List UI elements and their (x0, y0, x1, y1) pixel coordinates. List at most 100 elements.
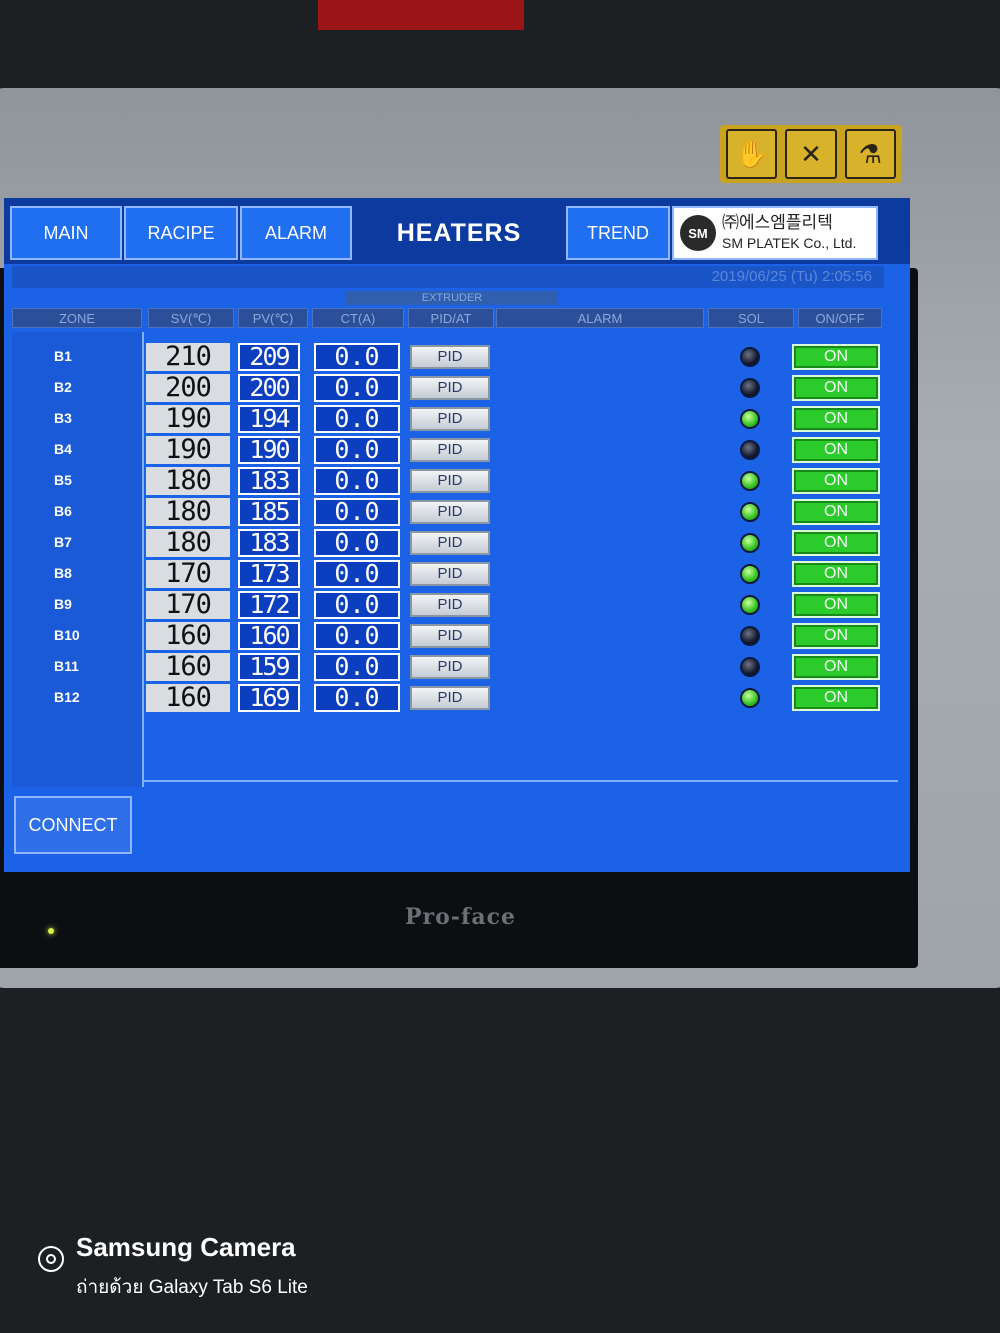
nav-main-button[interactable]: MAIN (10, 206, 122, 260)
zone-label: B12 (54, 689, 80, 705)
zone-label: B8 (54, 565, 72, 581)
col-header-sol: SOL (708, 308, 794, 328)
ct-display: 0.0 (314, 498, 400, 526)
pid-button[interactable]: PID (410, 686, 490, 710)
ct-display: 0.0 (314, 653, 400, 681)
pv-display: 190 (238, 436, 300, 464)
watermark-subtitle: ถ่ายด้วย Galaxy Tab S6 Lite (76, 1277, 308, 1298)
sv-input[interactable]: 180 (146, 529, 230, 557)
sol-indicator-icon (740, 347, 760, 367)
col-header-sv: SV(℃) (148, 308, 234, 328)
pid-button[interactable]: PID (410, 407, 490, 431)
zone-label: B9 (54, 596, 72, 612)
sv-input[interactable]: 180 (146, 498, 230, 526)
sol-indicator-icon (740, 688, 760, 708)
col-header-pid-at: PID/AT (408, 308, 494, 328)
pid-button[interactable]: PID (410, 500, 490, 524)
ct-display: 0.0 (314, 560, 400, 588)
pv-display: 159 (238, 653, 300, 681)
ct-display: 0.0 (314, 436, 400, 464)
page-title: HEATERS (396, 218, 522, 247)
sv-input[interactable]: 160 (146, 684, 230, 712)
sv-input[interactable]: 210 (146, 343, 230, 371)
onoff-toggle-button[interactable]: ON (792, 344, 880, 370)
pid-button[interactable]: PID (410, 624, 490, 648)
connect-button[interactable]: CONNECT (14, 796, 132, 854)
ct-display: 0.0 (314, 684, 400, 712)
ct-display: 0.0 (314, 343, 400, 371)
ct-display: 0.0 (314, 622, 400, 650)
onoff-toggle-button[interactable]: ON (792, 375, 880, 401)
col-header-ct: CT(A) (312, 308, 404, 328)
no-touch-warning-icon: ✋ (726, 129, 778, 179)
ct-display: 0.0 (314, 405, 400, 433)
company-name-korean: ㈜에스엠플리텍 (722, 213, 833, 232)
pv-display: 194 (238, 405, 300, 433)
nav-recipe-button[interactable]: RACIPE (124, 206, 238, 260)
ct-display: 0.0 (314, 529, 400, 557)
pid-button[interactable]: PID (410, 469, 490, 493)
sv-input[interactable]: 170 (146, 591, 230, 619)
sol-indicator-icon (740, 595, 760, 615)
company-name-english: SM PLATEK Co., Ltd. (722, 235, 857, 251)
onoff-toggle-button[interactable]: ON (792, 592, 880, 618)
zone-label: B11 (54, 658, 79, 674)
ct-display: 0.0 (314, 467, 400, 495)
sol-indicator-icon (740, 378, 760, 398)
sv-input[interactable]: 160 (146, 653, 230, 681)
onoff-toggle-button[interactable]: ON (792, 654, 880, 680)
no-chemical-warning-icon: ⚗ (844, 129, 896, 179)
zone-label: B7 (54, 534, 72, 550)
sol-indicator-icon (740, 471, 760, 491)
pv-display: 209 (238, 343, 300, 371)
nav-trend-button[interactable]: TREND (566, 206, 670, 260)
pid-button[interactable]: PID (410, 531, 490, 555)
top-nav-bar: MAIN RACIPE ALARM HEATERS TREND SM ㈜에스엠플… (4, 198, 910, 264)
sol-indicator-icon (740, 409, 760, 429)
divider-line (142, 780, 898, 782)
pid-button[interactable]: PID (410, 562, 490, 586)
camera-lens-icon (38, 1246, 64, 1272)
company-logo-icon: SM (680, 215, 716, 251)
sv-input[interactable]: 160 (146, 622, 230, 650)
no-wipe-warning-icon: ✕ (785, 129, 837, 179)
onoff-toggle-button[interactable]: ON (792, 530, 880, 556)
hmi-screen: MAIN RACIPE ALARM HEATERS TREND SM ㈜에스엠플… (4, 198, 910, 872)
col-header-zone: ZONE (12, 308, 142, 328)
zone-label: B10 (54, 627, 80, 643)
pv-display: 160 (238, 622, 300, 650)
sv-input[interactable]: 180 (146, 467, 230, 495)
pv-display: 183 (238, 467, 300, 495)
pv-display: 185 (238, 498, 300, 526)
zone-label: B5 (54, 472, 72, 488)
sv-input[interactable]: 190 (146, 436, 230, 464)
sv-input[interactable]: 170 (146, 560, 230, 588)
zone-label: B3 (54, 410, 72, 426)
sol-indicator-icon (740, 626, 760, 646)
onoff-toggle-button[interactable]: ON (792, 561, 880, 587)
onoff-toggle-button[interactable]: ON (792, 468, 880, 494)
pv-display: 173 (238, 560, 300, 588)
pid-button[interactable]: PID (410, 438, 490, 462)
pid-button[interactable]: PID (410, 376, 490, 400)
onoff-toggle-button[interactable]: ON (792, 437, 880, 463)
pv-display: 183 (238, 529, 300, 557)
red-label-tag (318, 0, 524, 30)
power-led (48, 928, 54, 934)
pid-button[interactable]: PID (410, 655, 490, 679)
company-logo-box: SM ㈜에스엠플리텍 SM PLATEK Co., Ltd. (672, 206, 878, 260)
ct-display: 0.0 (314, 374, 400, 402)
sv-input[interactable]: 190 (146, 405, 230, 433)
nav-alarm-button[interactable]: ALARM (240, 206, 352, 260)
onoff-toggle-button[interactable]: ON (792, 623, 880, 649)
pid-button[interactable]: PID (410, 345, 490, 369)
pid-button[interactable]: PID (410, 593, 490, 617)
onoff-toggle-button[interactable]: ON (792, 499, 880, 525)
zone-label: B4 (54, 441, 72, 457)
pv-display: 200 (238, 374, 300, 402)
col-header-pv: PV(℃) (238, 308, 308, 328)
col-header-onoff: ON/OFF (798, 308, 882, 328)
onoff-toggle-button[interactable]: ON (792, 406, 880, 432)
onoff-toggle-button[interactable]: ON (792, 685, 880, 711)
sv-input[interactable]: 200 (146, 374, 230, 402)
